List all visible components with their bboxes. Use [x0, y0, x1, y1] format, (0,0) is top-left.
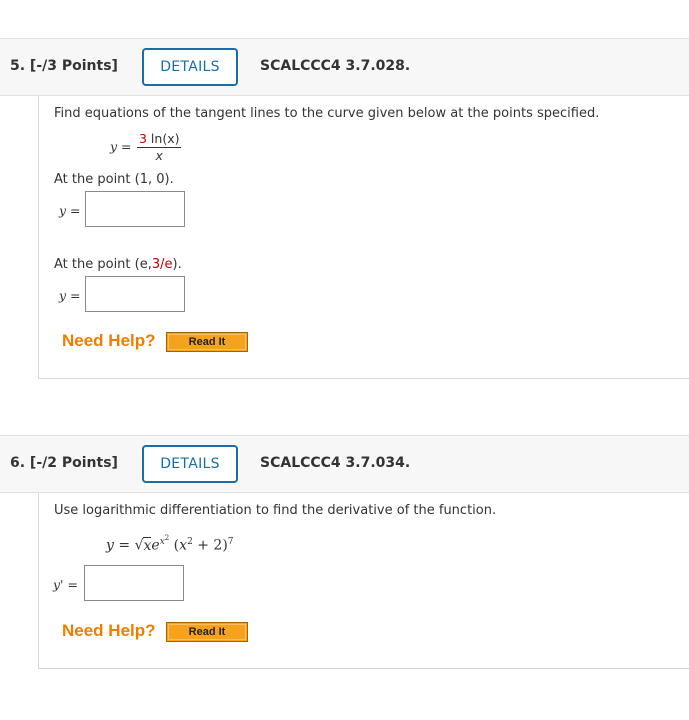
question-5-header: 5. [-/3 Points] DETAILS SCALCCC4 3.7.028… — [0, 38, 689, 96]
e-exponent: x2 — [160, 534, 170, 547]
answer-input[interactable] — [84, 565, 184, 601]
details-button[interactable]: DETAILS — [142, 48, 238, 86]
fraction-denominator: x — [155, 148, 163, 163]
answer-input-2[interactable] — [85, 276, 185, 312]
details-button[interactable]: DETAILS — [142, 445, 238, 483]
point-1-label: At the point (1, 0). — [54, 172, 174, 187]
eq-paren-open: ( — [169, 537, 180, 554]
need-help-label: Need Help? — [62, 621, 156, 640]
eq-equals: = — [113, 537, 135, 554]
outer-exponent: 7 — [227, 537, 234, 547]
point-2-prefix: At the point (e, — [54, 257, 152, 272]
question-code: SCALCCC4 3.7.028. — [260, 58, 411, 74]
answer-2-label: y = — [59, 288, 81, 303]
question-number: 5. [-/3 Points] — [10, 58, 118, 74]
eq-y: y — [106, 537, 114, 554]
eq-e: e — [151, 537, 160, 554]
question-5-body: Find equations of the tangent lines to t… — [38, 96, 689, 379]
need-help-label: Need Help? — [62, 331, 156, 350]
point-2-label: At the point (e,3/e). — [54, 257, 182, 272]
question-instruction: Use logarithmic differentiation to find … — [54, 503, 497, 518]
numerator-term: ln(x) — [146, 131, 180, 146]
read-it-button[interactable]: Read It — [166, 622, 248, 642]
read-it-button[interactable]: Read It — [166, 332, 248, 352]
answer-input-1[interactable] — [85, 191, 185, 227]
equation-lhs: y = — [110, 139, 132, 154]
eq-x: x — [179, 537, 188, 554]
function-equation: y = √xex2 (x2 + 2)7 — [106, 528, 234, 556]
numerator-coefficient: 3 — [139, 131, 147, 146]
question-number: 6. [-/2 Points] — [10, 455, 118, 471]
answer-1-label: y = — [59, 203, 81, 218]
question-code: SCALCCC4 3.7.034. — [260, 455, 411, 471]
point-2-suffix: ). — [172, 257, 182, 272]
question-6-body: Use logarithmic differentiation to find … — [38, 493, 689, 669]
question-6-header: 6. [-/2 Points] DETAILS SCALCCC4 3.7.034… — [0, 435, 689, 493]
answer-label: y' = — [53, 577, 78, 592]
equation-fraction: 3 ln(x) x — [137, 131, 182, 164]
eq-plus-two: + 2) — [192, 537, 228, 554]
fraction-numerator: 3 ln(x) — [137, 131, 182, 148]
question-instruction: Find equations of the tangent lines to t… — [54, 106, 600, 121]
point-2-value: 3/e — [151, 257, 173, 272]
